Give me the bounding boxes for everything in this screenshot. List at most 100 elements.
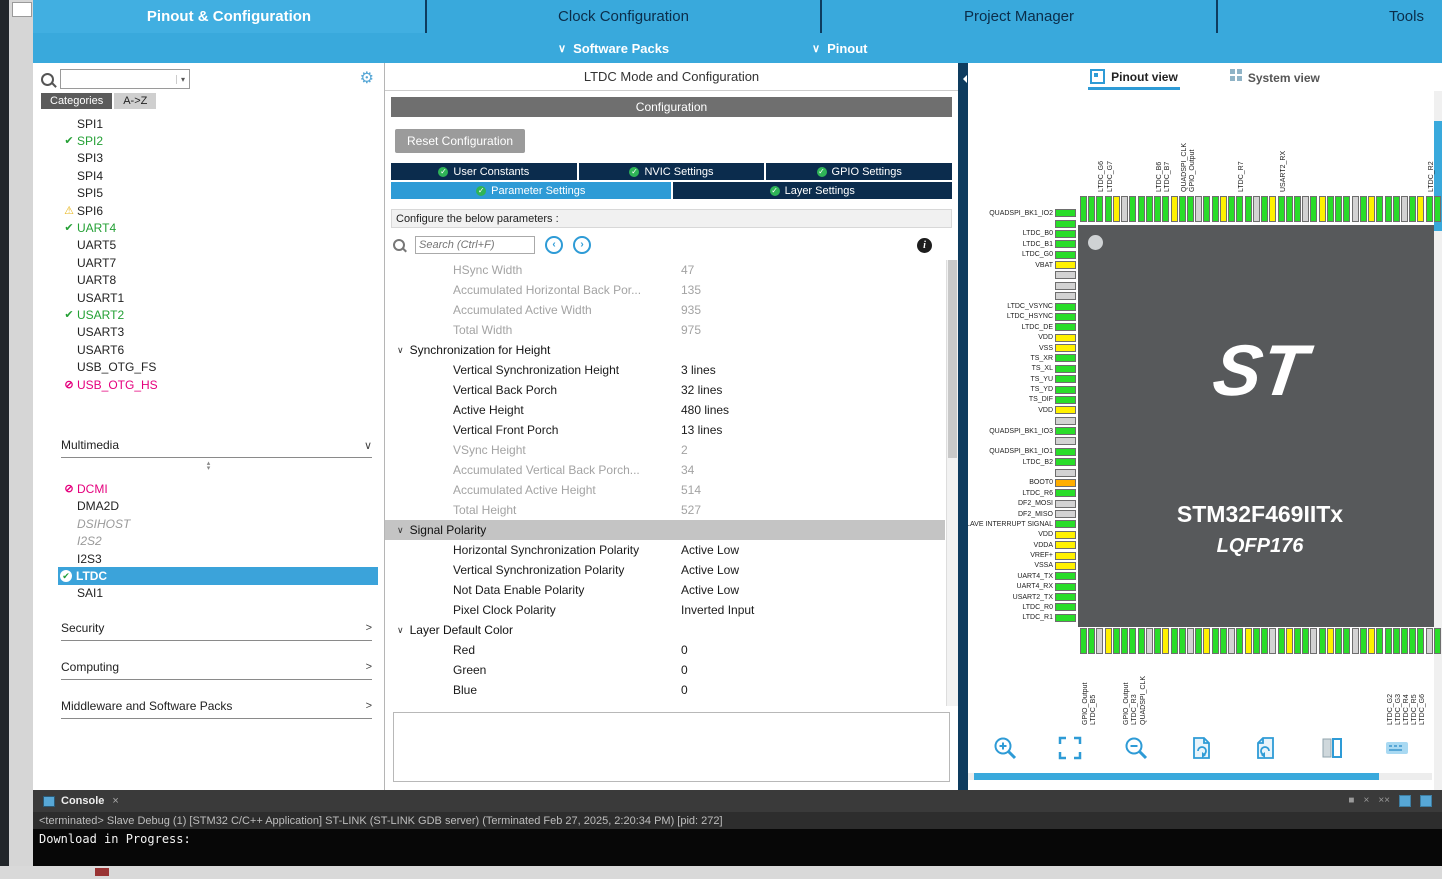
pin[interactable] bbox=[1055, 551, 1076, 560]
pin[interactable] bbox=[1277, 196, 1285, 222]
pin[interactable] bbox=[1400, 196, 1408, 222]
peripheral-uart8[interactable]: UART8 bbox=[33, 272, 384, 289]
combo-arrow-icon[interactable]: ▾ bbox=[175, 74, 189, 84]
pin[interactable] bbox=[1055, 603, 1076, 612]
pin[interactable] bbox=[1104, 196, 1112, 222]
tab-parameter-settings[interactable]: ✓ Parameter Settings bbox=[391, 182, 671, 199]
pin[interactable] bbox=[1145, 196, 1153, 222]
pin[interactable] bbox=[1162, 196, 1170, 222]
param-vertical-front-porch[interactable]: Vertical Front Porch 13 lines bbox=[385, 420, 958, 440]
pin[interactable] bbox=[1055, 323, 1076, 332]
param-value[interactable]: 0 bbox=[681, 643, 688, 657]
pin[interactable] bbox=[1392, 628, 1400, 654]
scrollbar-thumb[interactable] bbox=[974, 773, 1379, 780]
peripheral-usart6[interactable]: USART6 bbox=[33, 341, 384, 358]
best-fit-icon[interactable] bbox=[1057, 735, 1083, 761]
pin[interactable] bbox=[1055, 209, 1076, 218]
pin[interactable] bbox=[1112, 628, 1120, 654]
pin[interactable] bbox=[1055, 364, 1076, 373]
pin[interactable] bbox=[1055, 572, 1076, 581]
peripheral-usb-otg-fs[interactable]: USB_OTG_FS bbox=[33, 358, 384, 375]
param-red[interactable]: Red 0 bbox=[385, 640, 958, 660]
pin[interactable] bbox=[1269, 628, 1277, 654]
pin[interactable] bbox=[1055, 489, 1076, 498]
tab-nvic-settings[interactable]: ✓ NVIC Settings bbox=[578, 163, 765, 180]
pin[interactable] bbox=[1228, 628, 1236, 654]
pin[interactable] bbox=[1376, 196, 1384, 222]
peripheral-dcmi[interactable]: ⊘ DCMI bbox=[33, 480, 384, 497]
pin[interactable] bbox=[1055, 458, 1076, 467]
pin[interactable] bbox=[1055, 281, 1076, 290]
pin[interactable] bbox=[1055, 292, 1076, 301]
peripheral-uart5[interactable]: UART5 bbox=[33, 237, 384, 254]
pin[interactable] bbox=[1228, 196, 1236, 222]
param-section-signal-polarity[interactable]: ∨ Signal Polarity bbox=[385, 520, 945, 540]
pin[interactable] bbox=[1392, 196, 1400, 222]
pin[interactable] bbox=[1211, 196, 1219, 222]
peripheral-spi1[interactable]: SPI1 bbox=[33, 115, 384, 132]
pin[interactable] bbox=[1129, 196, 1137, 222]
pin[interactable] bbox=[1055, 250, 1076, 259]
pin[interactable] bbox=[1080, 628, 1087, 654]
pin[interactable] bbox=[1236, 628, 1244, 654]
software-packs-menu[interactable]: ∨ Software Packs bbox=[558, 33, 669, 63]
sidebar-search-input[interactable] bbox=[61, 72, 176, 86]
chip-pinout-canvas[interactable]: QUADSPI_BK1_IO2 LTDC_B0 LTDC_B1 LTDC_G0 VBAT… bbox=[968, 91, 1442, 790]
pin[interactable] bbox=[1335, 196, 1343, 222]
pin[interactable] bbox=[1055, 333, 1076, 342]
pin[interactable] bbox=[1186, 628, 1194, 654]
pin[interactable] bbox=[1261, 196, 1269, 222]
show-legend-icon[interactable] bbox=[1384, 735, 1410, 761]
param-not-data-enable-polarity[interactable]: Not Data Enable Polarity Active Low bbox=[385, 580, 958, 600]
pin[interactable] bbox=[1055, 385, 1076, 394]
pin[interactable] bbox=[1277, 628, 1285, 654]
pin[interactable] bbox=[1055, 447, 1076, 456]
peripheral-usb-otg-hs[interactable]: ⊘ USB_OTG_HS bbox=[33, 376, 384, 393]
pin[interactable] bbox=[1425, 628, 1433, 654]
zoom-out-icon[interactable] bbox=[1123, 735, 1149, 761]
pin[interactable] bbox=[1055, 613, 1076, 622]
param-value[interactable]: 13 lines bbox=[681, 423, 722, 437]
close-console-icon[interactable]: × bbox=[112, 795, 118, 807]
param-pixel-clock-polarity[interactable]: Pixel Clock Polarity Inverted Input bbox=[385, 600, 958, 620]
top-tab-tools[interactable]: Tools bbox=[1216, 0, 1442, 33]
pin[interactable] bbox=[1269, 196, 1277, 222]
pin[interactable] bbox=[1425, 196, 1433, 222]
pin[interactable] bbox=[1400, 628, 1408, 654]
pin[interactable] bbox=[1055, 593, 1076, 602]
param-value[interactable]: Active Low bbox=[681, 543, 739, 557]
sidebar-search-combo[interactable]: ▾ bbox=[60, 69, 190, 89]
pin[interactable] bbox=[1121, 196, 1129, 222]
pin[interactable] bbox=[1055, 520, 1076, 529]
category-middleware-and-software-packs[interactable]: Middleware and Software Packs > bbox=[61, 694, 372, 719]
param-blue[interactable]: Blue 0 bbox=[385, 680, 958, 700]
pin[interactable] bbox=[1335, 628, 1343, 654]
pin[interactable] bbox=[1384, 628, 1392, 654]
pin[interactable] bbox=[1433, 628, 1441, 654]
pin[interactable] bbox=[1088, 196, 1096, 222]
horizontal-scrollbar[interactable] bbox=[968, 773, 1432, 780]
pin[interactable] bbox=[1096, 628, 1104, 654]
pin[interactable] bbox=[1293, 628, 1301, 654]
param-vertical-back-porch[interactable]: Vertical Back Porch 32 lines bbox=[385, 380, 958, 400]
rotate-clockwise-icon[interactable] bbox=[1188, 735, 1214, 761]
pin[interactable] bbox=[1170, 628, 1178, 654]
list-resize-handle[interactable]: ▴ ▾ bbox=[33, 458, 384, 474]
pin[interactable] bbox=[1178, 196, 1186, 222]
pin[interactable] bbox=[1055, 354, 1076, 363]
param-value[interactable]: 0 bbox=[681, 683, 688, 697]
pin[interactable] bbox=[1219, 196, 1227, 222]
pin[interactable] bbox=[1203, 628, 1211, 654]
top-tab-clock-configuration[interactable]: Clock Configuration bbox=[425, 0, 820, 33]
peripheral-dma2d[interactable]: DMA2D bbox=[33, 498, 384, 515]
pin[interactable] bbox=[1129, 628, 1137, 654]
scrollbar-thumb[interactable] bbox=[948, 260, 957, 458]
pin[interactable] bbox=[1195, 196, 1203, 222]
pin[interactable] bbox=[1055, 582, 1076, 591]
remove-launch-icon[interactable]: × bbox=[1363, 796, 1369, 806]
pin[interactable] bbox=[1055, 541, 1076, 550]
pin[interactable] bbox=[1293, 196, 1301, 222]
pin[interactable] bbox=[1055, 229, 1076, 238]
category-security[interactable]: Security > bbox=[61, 616, 372, 641]
pin[interactable] bbox=[1219, 628, 1227, 654]
